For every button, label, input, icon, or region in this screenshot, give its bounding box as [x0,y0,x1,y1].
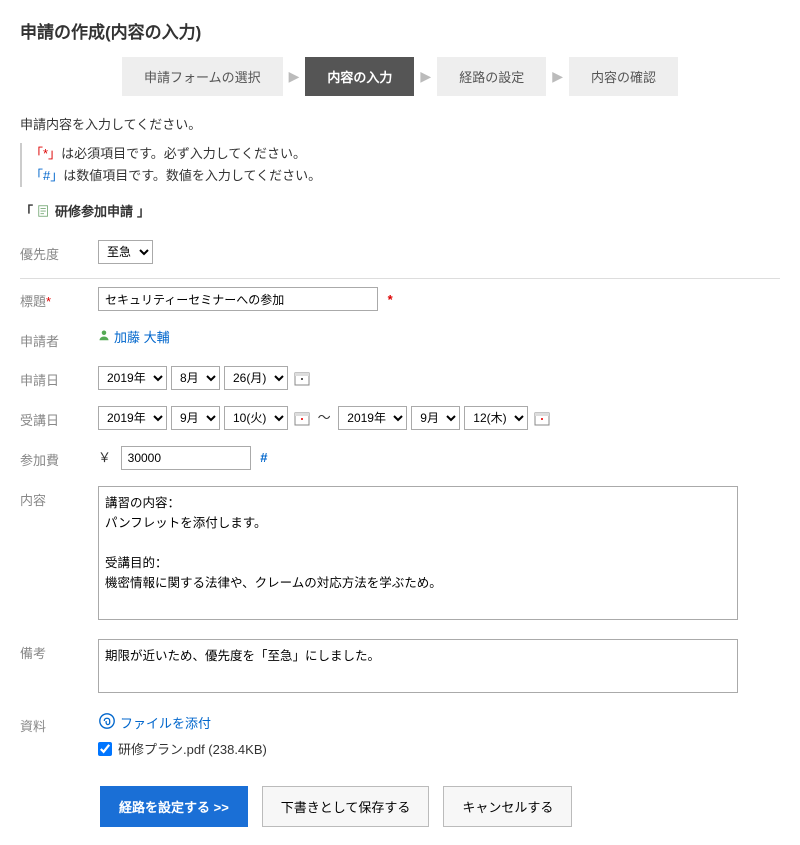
legend-required: 「*」は必須項目です。必ず入力してください。 [30,143,780,165]
person-icon [98,329,110,344]
step-nav: 申請フォームの選択 ▶ 内容の入力 ▶ 経路の設定 ▶ 内容の確認 [20,57,780,96]
file-checkbox[interactable] [98,742,112,756]
row-content: 内容 [20,478,780,631]
paperclip-icon [98,712,116,733]
label-priority: 優先度 [20,240,84,263]
apply-day-select[interactable]: 26(月) [224,366,288,390]
apply-month-select[interactable]: 8月 [171,366,220,390]
note-textarea[interactable] [98,639,738,693]
legend: 「*」は必須項目です。必ず入力してください。 「#」は数値項目です。数値を入力し… [20,143,780,187]
label-content: 内容 [20,486,84,509]
submit-button[interactable]: 経路を設定する >> [100,786,248,827]
calendar-icon[interactable] [294,410,310,426]
row-attachment: 資料 ファイルを添付 研修プラン.pdf (238.4KB) [20,704,780,766]
title-input[interactable] [98,287,378,311]
attend-end-day-select[interactable]: 12(木) [464,406,528,430]
row-priority: 優先度 至急 [20,232,780,272]
date-range-separator: ～ [318,410,331,425]
content-textarea[interactable] [98,486,738,620]
row-fee: 参加費 ￥ # [20,438,780,478]
calendar-icon[interactable] [534,410,550,426]
required-mark: * [388,292,393,307]
attend-start-year-select[interactable]: 2019年 [98,406,167,430]
row-note: 備考 [20,631,780,704]
applicant-link[interactable]: 加藤 大輔 [98,327,170,346]
attached-file: 研修プラン.pdf (238.4KB) [98,739,780,758]
label-apply-date: 申請日 [20,366,84,389]
legend-numeric: 「#」は数値項目です。数値を入力してください。 [30,165,780,187]
attend-end-year-select[interactable]: 2019年 [338,406,407,430]
label-applicant: 申請者 [20,327,84,350]
label-fee: 参加費 [20,446,84,469]
step-route: 経路の設定 [437,57,546,96]
label-attend-date: 受講日 [20,406,84,429]
page-title: 申請の作成(内容の入力) [20,18,780,43]
file-name: 研修プラン.pdf (238.4KB) [118,739,267,758]
cancel-button[interactable]: キャンセルする [443,786,572,827]
submit-row: 経路を設定する >> 下書きとして保存する キャンセルする [100,786,780,827]
priority-select[interactable]: 至急 [98,240,153,264]
form-icon [37,204,51,218]
step-form-select: 申請フォームの選択 [122,57,283,96]
row-applicant: 申請者 加藤 大輔 [20,319,780,358]
attach-file-link[interactable]: ファイルを添付 [98,712,211,733]
row-apply-date: 申請日 2019年 8月 26(月) [20,358,780,398]
currency-symbol: ￥ [98,450,111,465]
step-input: 内容の入力 [305,57,414,96]
form-name: 「 研修参加申請 」 [20,201,780,220]
step-confirm: 内容の確認 [569,57,678,96]
save-draft-button[interactable]: 下書きとして保存する [262,786,430,827]
calendar-icon[interactable] [294,370,310,386]
instruction-text: 申請内容を入力してください。 [20,114,780,133]
row-attend-date: 受講日 2019年 9月 10(火) ～ 2019年 9月 12(木) [20,398,780,438]
label-title: 標題* [20,287,84,310]
attend-start-month-select[interactable]: 9月 [171,406,220,430]
attend-end-month-select[interactable]: 9月 [411,406,460,430]
apply-year-select[interactable]: 2019年 [98,366,167,390]
chevron-right-icon: ▶ [420,68,431,85]
chevron-right-icon: ▶ [289,68,300,85]
chevron-right-icon: ▶ [552,68,563,85]
row-title: 標題* * [20,279,780,319]
label-attachment: 資料 [20,712,84,735]
fee-input[interactable] [121,446,251,470]
attend-start-day-select[interactable]: 10(火) [224,406,288,430]
numeric-mark: # [260,450,267,465]
label-note: 備考 [20,639,84,662]
